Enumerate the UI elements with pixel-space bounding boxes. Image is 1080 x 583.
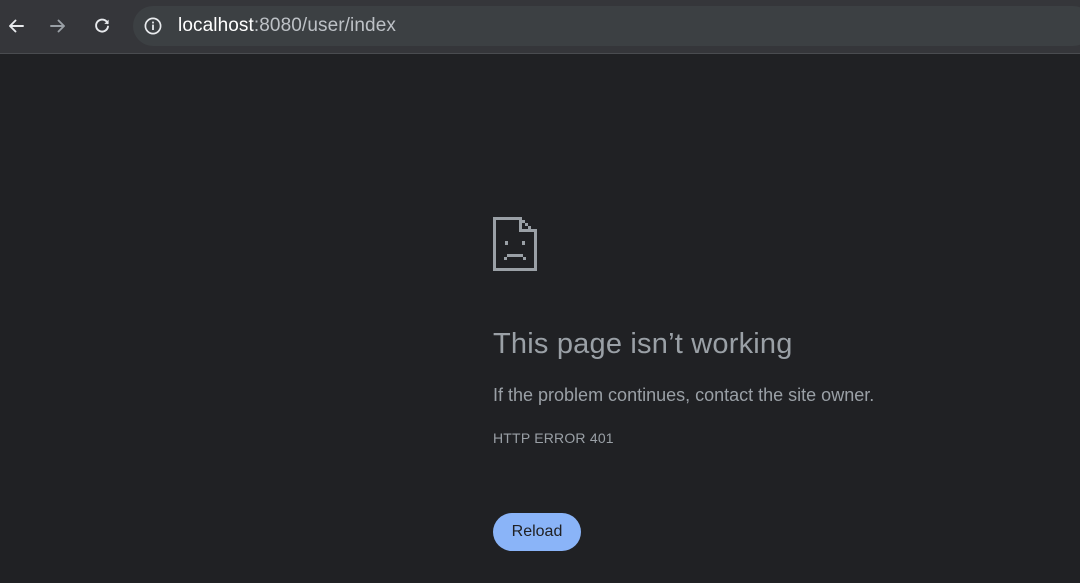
page-title: This page isn’t working xyxy=(493,328,793,360)
info-circle-icon xyxy=(144,17,162,35)
address-bar[interactable]: localhost:8080/user/index xyxy=(133,6,1080,46)
url-text[interactable]: localhost:8080/user/index xyxy=(178,15,396,37)
arrow-left-icon xyxy=(9,19,24,33)
url-path: :8080/user/index xyxy=(253,15,396,36)
url-host: localhost xyxy=(178,15,254,36)
reload-button[interactable]: Reload xyxy=(493,513,581,551)
reload-nav-button[interactable] xyxy=(85,9,119,43)
arrow-right-icon xyxy=(50,19,65,33)
error-message: If the problem continues, contact the si… xyxy=(493,385,875,405)
forward-button[interactable] xyxy=(41,9,75,43)
sad-page-icon xyxy=(493,217,537,271)
browser-toolbar: localhost:8080/user/index xyxy=(0,0,1080,54)
refresh-icon xyxy=(95,18,109,33)
site-info-button[interactable] xyxy=(142,15,164,37)
back-button[interactable] xyxy=(0,9,33,43)
error-code: HTTP ERROR 401 xyxy=(493,430,614,446)
error-content: This page isn’t working If the problem c… xyxy=(493,217,1053,551)
